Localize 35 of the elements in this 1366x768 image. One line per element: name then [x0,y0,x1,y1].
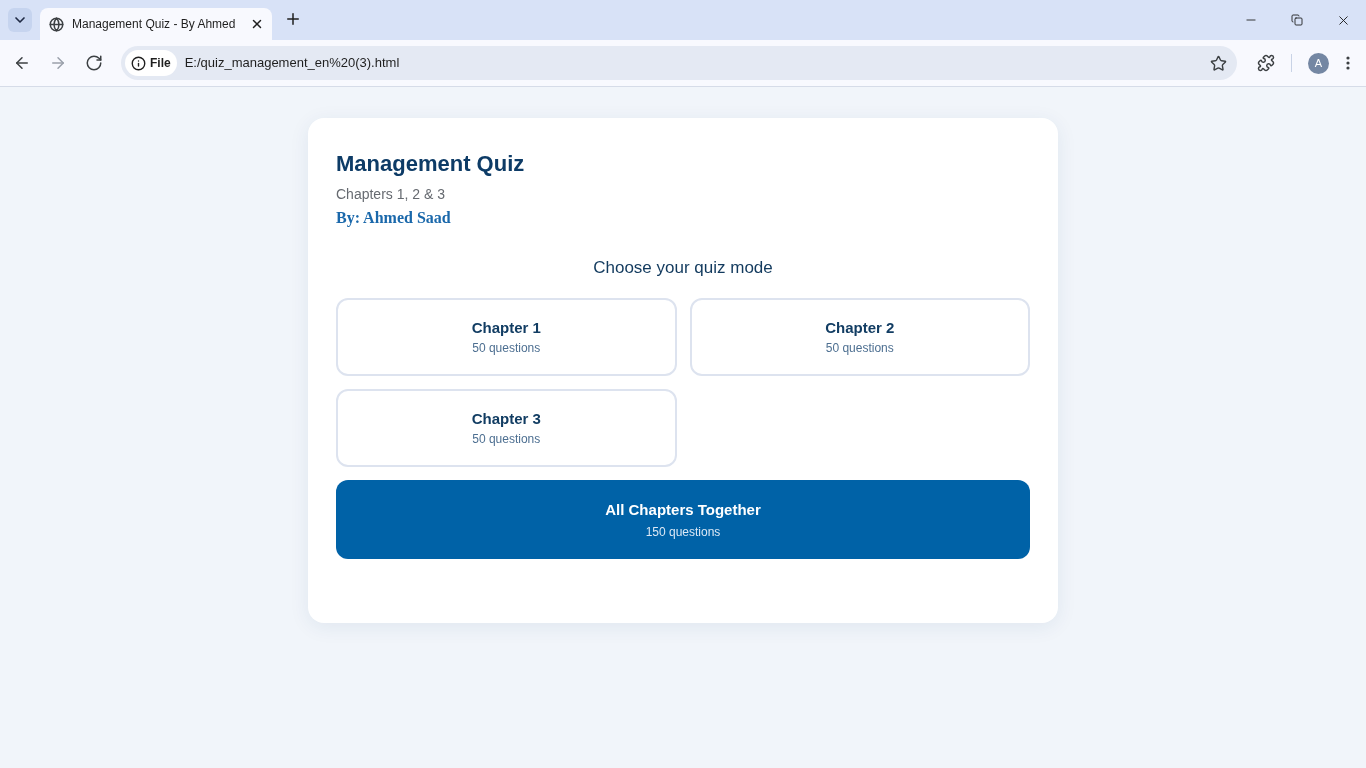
all-chapters-mode-card[interactable]: All Chapters Together 150 questions [336,480,1030,559]
info-icon [131,55,146,71]
bookmark-star-icon[interactable] [1210,54,1227,72]
question-count: 50 questions [472,340,541,356]
author-line: By: Ahmed Saad [336,208,451,229]
restore-icon [1291,14,1303,26]
chapter-mode-card[interactable]: Chapter 3 50 questions [336,389,677,467]
close-icon[interactable] [250,17,264,31]
more-vertical-icon [1346,56,1350,70]
puzzle-icon [1257,54,1275,72]
chapter-mode-card[interactable]: Chapter 1 50 questions [336,298,677,376]
mode-title: Chapter 3 [471,409,541,429]
profile-avatar[interactable]: A [1308,52,1329,74]
chapter-mode-card[interactable]: Chapter 2 50 questions [689,298,1030,376]
globe-icon [49,16,64,32]
mode-title: All Chapters Together [605,499,761,520]
quiz-subtitle: Chapters 1, 2 & 3 [336,185,445,204]
browser-tab[interactable]: Management Quiz - By Ahmed [40,8,272,40]
plus-icon [284,10,302,28]
quiz-title: Management Quiz [336,150,525,178]
address-bar[interactable]: File E:/quiz_management_en%20(3).html [121,46,1237,80]
question-count: 50 questions [472,431,541,447]
arrow-right-icon [49,54,67,72]
scheme-label: File [150,55,171,72]
question-count: 150 questions [645,523,721,540]
url-text: E:/quiz_management_en%20(3).html [184,54,401,73]
tab-search-button[interactable] [8,8,32,32]
site-info-chip[interactable]: File [125,50,177,76]
tab-title: Management Quiz - By Ahmed [72,16,237,33]
reload-icon [85,54,103,72]
mode-title: Chapter 2 [825,318,895,338]
mode-prompt: Choose your quiz mode [593,257,773,279]
new-tab-button[interactable] [284,10,302,28]
question-count: 50 questions [825,340,894,356]
mode-title: Chapter 1 [471,318,541,338]
